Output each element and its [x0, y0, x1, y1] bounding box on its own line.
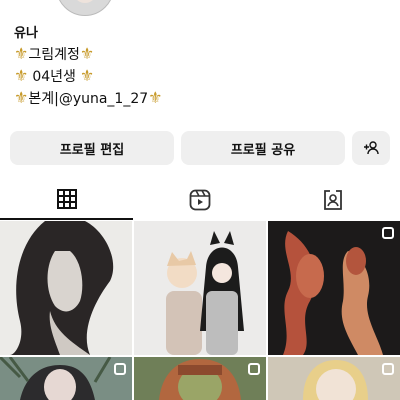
multiple-posts-icon [382, 363, 394, 375]
post-thumbnail[interactable] [0, 357, 132, 400]
bio-line-1: ⚜ 그림계정 ⚜ [14, 44, 94, 64]
tagged-icon [324, 190, 342, 210]
multiple-posts-icon [382, 227, 394, 239]
posts-grid [0, 221, 400, 400]
tab-tagged[interactable] [266, 180, 400, 220]
bio-line-3: ⚜ 본계|@yuna_1_27 ⚜ [14, 88, 163, 108]
fleur-de-lis-icon: ⚜ [14, 44, 29, 63]
profile-tabs [0, 180, 400, 220]
post-thumbnail[interactable] [268, 357, 400, 400]
add-person-button[interactable] [352, 131, 390, 165]
fleur-de-lis-icon: ⚜ [14, 88, 29, 107]
grid-icon [56, 189, 77, 209]
tab-posts[interactable] [0, 180, 133, 220]
edit-profile-button[interactable]: 프로필 편집 [10, 131, 174, 165]
add-person-icon [364, 141, 379, 155]
share-profile-button[interactable]: 프로필 공유 [181, 131, 345, 165]
bio-text: 그림계정 [28, 47, 80, 63]
bio-line-2: ⚜ 04년생 ⚜ [14, 66, 94, 86]
fleur-de-lis-icon: ⚜ [79, 44, 95, 63]
post-thumbnail[interactable] [268, 221, 400, 355]
avatar[interactable] [56, 0, 114, 16]
post-thumbnail[interactable] [0, 221, 132, 355]
tab-reels[interactable] [133, 180, 266, 220]
post-thumbnail[interactable] [134, 221, 266, 355]
fleur-de-lis-icon: ⚜ [79, 66, 95, 85]
post-thumbnail[interactable] [134, 357, 266, 400]
multiple-posts-icon [248, 363, 260, 375]
bio-text: 04년생 [32, 69, 76, 85]
fleur-de-lis-icon: ⚜ [14, 66, 29, 85]
multiple-posts-icon [114, 363, 126, 375]
fleur-de-lis-icon: ⚜ [148, 88, 163, 107]
profile-name: 유나 [14, 26, 38, 41]
bio-text: 본계|@yuna_1_27 [28, 91, 149, 107]
reels-icon [189, 189, 210, 211]
